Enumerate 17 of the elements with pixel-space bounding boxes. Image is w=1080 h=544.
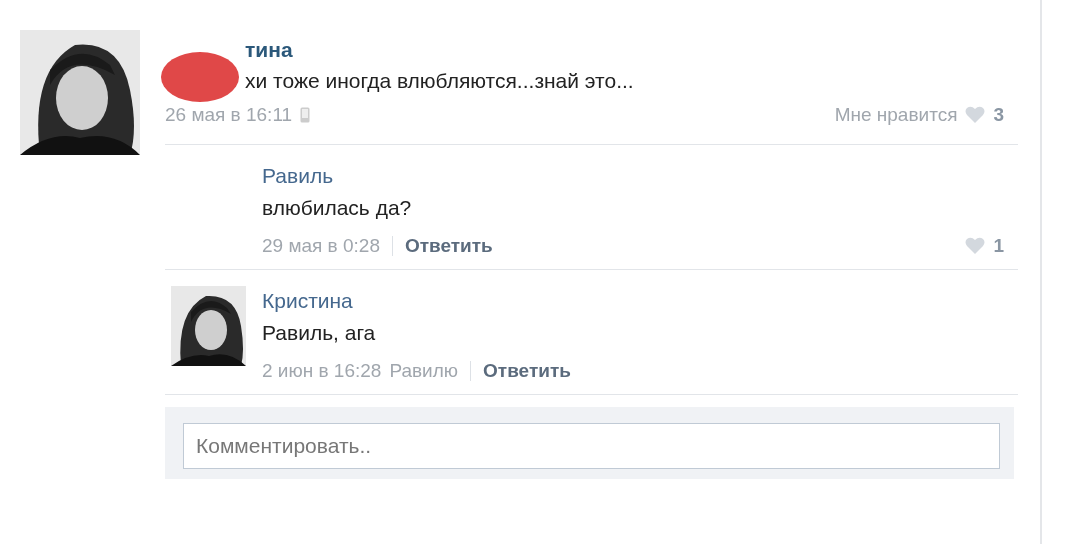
phone-icon [300, 107, 311, 123]
comment-field[interactable]: Комментировать.. [183, 423, 1000, 469]
author-name[interactable]: Кристина [262, 286, 353, 316]
post-text: хи тоже иногда влюбляются...знай это... [245, 68, 634, 94]
reply-link[interactable]: Ответить [404, 235, 493, 257]
post-date: 26 мая в 16:11 [165, 104, 293, 126]
like-count: 3 [993, 104, 1004, 126]
reply-link[interactable]: Ответить [483, 360, 571, 382]
comment-date: 2 июн в 16:28 [262, 360, 382, 382]
comment-date: 29 мая в 0:28 [262, 235, 380, 257]
like-count: 1 [993, 235, 1004, 257]
comment-text: влюбилась да? [262, 195, 412, 221]
heart-icon[interactable] [965, 237, 986, 255]
heart-icon[interactable] [965, 106, 986, 124]
comment-text: Равиль, ага [262, 320, 376, 346]
author-name[interactable]: тина [245, 36, 293, 64]
author-name[interactable]: Равиль [262, 161, 334, 191]
